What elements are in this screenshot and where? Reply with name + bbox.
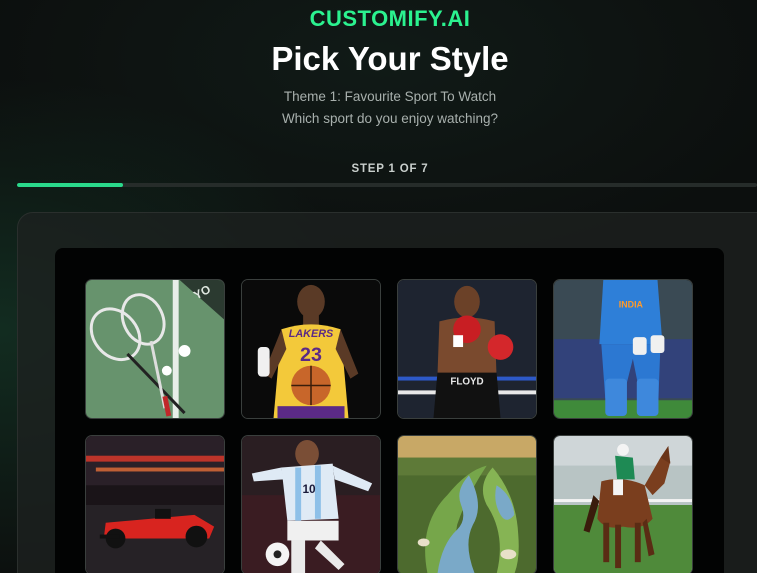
jersey-text: LAKERS — [242, 418, 243, 419]
progress-bar-fill — [17, 183, 123, 187]
step-indicator: STEP 1 OF 7 — [351, 163, 429, 175]
cricket-jersey-text: INDIA — [554, 418, 555, 419]
cricket-image: INDIA — [554, 280, 692, 418]
option-boxing-id: boxing — [398, 418, 399, 419]
badminton-image: YO — [86, 280, 224, 418]
progress-bar — [17, 183, 757, 187]
option-football[interactable]: 10 football 10 — [241, 435, 381, 573]
page-title: Pick Your Style — [271, 40, 509, 77]
option-basketball-id: basketball — [242, 418, 243, 419]
sport-options-grid: YO badminton LAKERS — [55, 248, 724, 573]
option-badminton-id: badminton — [86, 418, 87, 419]
option-basketball[interactable]: LAKERS 23 basketball LAKERS 23 — [241, 279, 381, 419]
svg-text:FLOYD: FLOYD — [450, 376, 483, 387]
option-boxing[interactable]: FLOYD boxing FLOYD — [397, 279, 537, 419]
svg-text:23: 23 — [300, 344, 322, 366]
trunks-text: FLOYD — [398, 418, 399, 419]
svg-text:INDIA: INDIA — [619, 300, 644, 310]
option-badminton[interactable]: YO badminton — [85, 279, 225, 419]
jersey-number: 23 — [242, 418, 243, 419]
option-formula-one[interactable]: formula-one — [85, 435, 225, 573]
golf-course-image — [398, 436, 536, 573]
basketball-image: LAKERS 23 — [242, 280, 380, 418]
horse-racing-image — [554, 436, 692, 573]
question-subtitle: Which sport do you enjoy watching? — [281, 111, 499, 126]
svg-text:10: 10 — [302, 482, 316, 496]
option-horse-racing[interactable]: horse-racing — [553, 435, 693, 573]
theme-subtitle: Theme 1: Favourite Sport To Watch — [283, 89, 497, 104]
svg-text:LAKERS: LAKERS — [289, 328, 334, 340]
option-cricket[interactable]: INDIA cricket INDIA — [553, 279, 693, 419]
page: CUSTOMIFY.AI Pick Your Style Theme 1: Fa… — [0, 0, 757, 573]
boxing-image: FLOYD — [398, 280, 536, 418]
football-image: 10 — [242, 436, 380, 573]
option-golf[interactable]: golf — [397, 435, 537, 573]
brand-logo: CUSTOMIFY.AI — [309, 6, 471, 31]
f1-car-image — [86, 436, 224, 573]
option-cricket-id: cricket — [554, 418, 555, 419]
